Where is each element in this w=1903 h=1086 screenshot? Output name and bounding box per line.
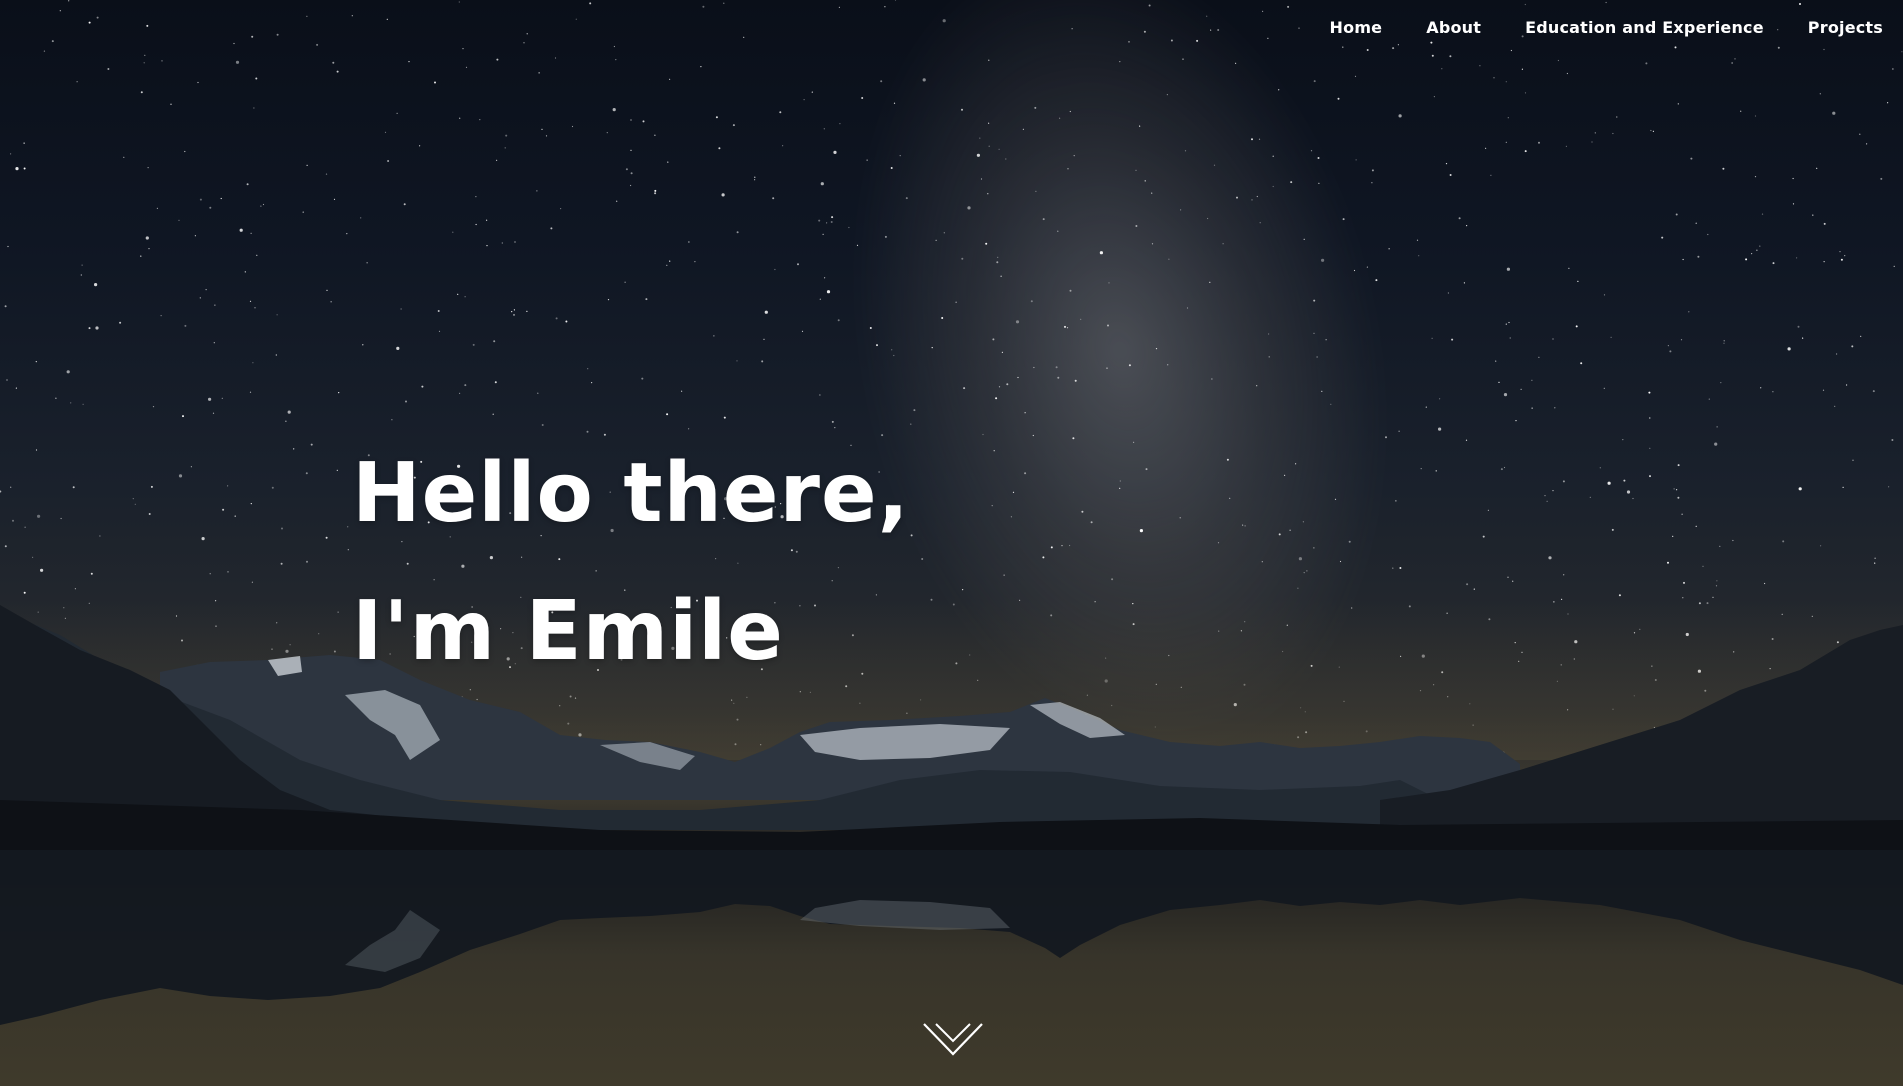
hero-section: Home About Education and Experience Proj…	[0, 0, 1903, 1086]
hero-greeting: Hello there, I'm Emile	[352, 425, 910, 701]
nav-item-projects[interactable]: Projects	[1808, 14, 1883, 41]
chevron-down-icon	[923, 1023, 983, 1056]
hero-greeting-line-1: Hello there,	[352, 446, 910, 541]
mountain-landscape	[0, 600, 1903, 1086]
nav-item-home[interactable]: Home	[1330, 14, 1383, 41]
scroll-down-button[interactable]	[920, 1018, 986, 1062]
nav-item-education-and-experience[interactable]: Education and Experience	[1525, 14, 1764, 41]
top-navigation: Home About Education and Experience Proj…	[1330, 14, 1883, 41]
nav-item-about[interactable]: About	[1426, 14, 1481, 41]
hero-greeting-line-2: I'm Emile	[352, 584, 784, 679]
